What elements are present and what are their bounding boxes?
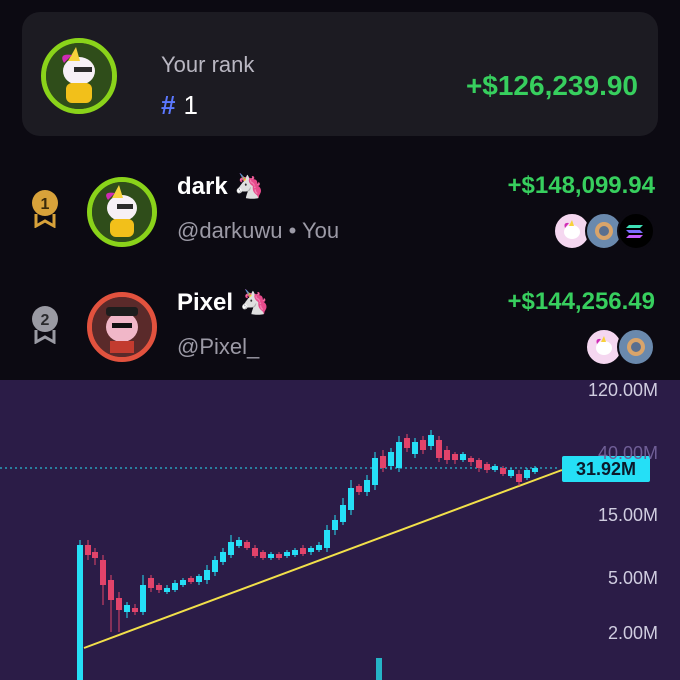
- candle-body: [404, 438, 410, 448]
- candle-body: [140, 585, 146, 612]
- candlestick-chart[interactable]: [0, 380, 680, 680]
- rank-value: #1: [161, 90, 198, 121]
- candle-body: [460, 454, 466, 460]
- candle-body: [85, 545, 91, 555]
- candle-body: [420, 440, 426, 450]
- candle-body: [116, 598, 122, 610]
- gold-medal-icon: 1: [28, 188, 62, 229]
- candle-body: [396, 442, 402, 468]
- candle-body: [164, 588, 170, 592]
- candle-body: [204, 570, 210, 580]
- leaderboard-row[interactable]: 1 dark 🦄 @darkuwu • You +$148,099.94: [0, 160, 680, 270]
- price-chart[interactable]: 31.92M 120.00M 40.00M 15.00M 5.00M 2.00M: [0, 380, 680, 680]
- candle-body: [524, 470, 530, 478]
- candle-body: [284, 552, 290, 556]
- candle-body: [532, 468, 538, 472]
- candle-body: [132, 608, 138, 612]
- y-axis-label: 40.00M: [597, 443, 658, 463]
- trend-line: [83, 469, 563, 649]
- medal-number: 2: [41, 312, 50, 329]
- candle-body: [436, 440, 442, 458]
- candle-body: [452, 454, 458, 460]
- your-rank-card[interactable]: Your rank #1 +$126,239.90: [22, 12, 658, 136]
- username-text: dark: [177, 173, 228, 200]
- pig-avatar-icon: [92, 297, 152, 357]
- candle-body: [236, 540, 242, 546]
- candle-body: [156, 585, 162, 590]
- candle-body: [172, 583, 178, 590]
- y-axis-label: 5.00M: [607, 568, 658, 588]
- username-text: Pixel: [177, 289, 234, 316]
- candle-body: [476, 460, 482, 468]
- candle-body: [228, 542, 234, 555]
- unicorn-avatar-icon: [92, 182, 152, 242]
- candle-body: [380, 456, 386, 468]
- candle-body: [252, 548, 258, 556]
- candle-body: [500, 468, 506, 474]
- candle-body: [188, 578, 194, 582]
- candle-body: [348, 488, 354, 510]
- candle-body: [100, 560, 106, 585]
- candle-body: [356, 486, 362, 492]
- y-axis-label: 2.00M: [607, 623, 658, 643]
- candle-body: [244, 542, 250, 548]
- candle-body: [364, 480, 370, 492]
- candle-body: [516, 474, 522, 482]
- username[interactable]: dark 🦄: [177, 172, 264, 201]
- candle-body: [276, 554, 282, 558]
- candle-body: [308, 548, 314, 552]
- rank-profit: +$126,239.90: [465, 70, 638, 101]
- candle-body: [444, 450, 450, 460]
- candle-body: [220, 552, 226, 562]
- candle-body: [212, 560, 218, 572]
- unicorn-emoji-icon: 🦄: [239, 289, 270, 316]
- coin-token-icon[interactable]: [617, 328, 655, 366]
- user-profit: +$144,256.49: [507, 288, 655, 315]
- candle-body: [180, 580, 186, 585]
- candle-body: [268, 554, 274, 558]
- candle-body: [316, 545, 322, 550]
- y-axis-label: 120.00M: [587, 380, 658, 400]
- candle-body: [428, 435, 434, 446]
- user-avatar[interactable]: [87, 292, 157, 362]
- user-handle: @darkuwu • You: [177, 218, 340, 243]
- candle-body: [508, 470, 514, 476]
- candle-body: [324, 530, 330, 548]
- candle-body: [77, 545, 83, 680]
- medal-number: 1: [41, 196, 50, 213]
- leaderboard-row[interactable]: 2 Pixel 🦄 @Pixel_ +$144,256.49: [0, 276, 680, 386]
- candle-body: [412, 442, 418, 454]
- candle-body: [468, 458, 474, 462]
- user-avatar: [41, 38, 117, 114]
- candle-body: [332, 520, 338, 530]
- token-list: [585, 328, 655, 366]
- candle-body: [340, 505, 346, 522]
- candle-body: [484, 464, 490, 470]
- candle-body: [108, 580, 114, 600]
- rank-hash: #: [161, 90, 176, 120]
- candle-body: [196, 576, 202, 582]
- volume-bar: [376, 658, 382, 680]
- candle-body: [492, 466, 498, 470]
- rank-number: 1: [183, 90, 198, 120]
- candle-body: [124, 605, 130, 612]
- username[interactable]: Pixel 🦄: [177, 288, 270, 317]
- candle-body: [148, 578, 154, 588]
- user-avatar[interactable]: [87, 177, 157, 247]
- y-axis-label: 15.00M: [597, 505, 658, 525]
- rank-label: Your rank: [161, 52, 255, 77]
- unicorn-avatar-icon: [46, 43, 112, 109]
- candle-body: [300, 548, 306, 554]
- silver-medal-icon: 2: [28, 304, 62, 345]
- candle-body: [260, 552, 266, 558]
- candle-body: [372, 458, 378, 485]
- user-profit: +$148,099.94: [507, 172, 655, 199]
- candle-body: [292, 550, 298, 555]
- unicorn-emoji-icon: 🦄: [234, 173, 265, 200]
- solana-token-icon[interactable]: [617, 212, 655, 250]
- candle-body: [92, 552, 98, 558]
- user-handle: @Pixel_: [177, 334, 260, 359]
- candle-body: [388, 452, 394, 466]
- token-list: [553, 212, 655, 250]
